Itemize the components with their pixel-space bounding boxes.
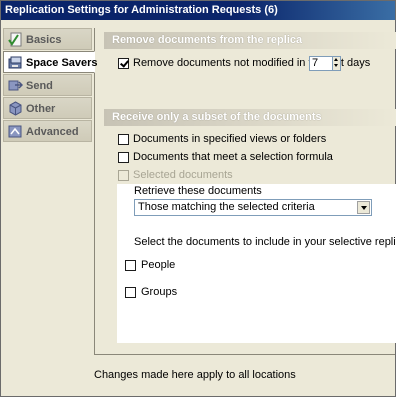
nav-label-other: Other (26, 103, 56, 115)
selected-documents-checkbox[interactable] (118, 170, 129, 181)
days-spinner (332, 56, 341, 71)
cube-icon (9, 101, 22, 116)
nav-label-send: Send (26, 80, 53, 92)
nav-item-advanced[interactable]: Advanced (3, 120, 92, 142)
arrow-down-icon (334, 64, 338, 67)
send-arrow-icon (8, 80, 23, 91)
dropdown-button[interactable] (357, 201, 370, 214)
nav-item-space-savers[interactable]: Space Savers (3, 51, 98, 73)
receive-subset-header: Receive only a subset of the documents (104, 109, 396, 126)
views-folders-checkbox[interactable] (118, 134, 129, 145)
nav-item-send[interactable]: Send (3, 74, 92, 96)
chevron-down-icon (361, 206, 367, 210)
days-label: days (347, 57, 371, 69)
groups-checkbox[interactable] (125, 287, 136, 298)
people-checkbox[interactable] (125, 260, 136, 271)
remove-documents-checkbox[interactable] (118, 58, 129, 69)
replication-settings-dialog: Replication Settings for Administration … (0, 0, 396, 397)
remove-documents-header: Remove documents from the replica (104, 32, 396, 49)
checkmark-page-icon (8, 32, 22, 47)
nav-label-basics: Basics (26, 34, 62, 46)
retrieve-dropdown[interactable]: Those matching the selected criteria (134, 199, 372, 216)
spin-down-button[interactable] (333, 63, 340, 69)
space-savers-panel: Remove documents from the replica Remove… (94, 28, 396, 355)
retrieve-dropdown-value: Those matching the selected criteria (138, 201, 315, 213)
selection-formula-checkbox[interactable] (118, 152, 129, 163)
settings-nav: Basics Space Savers Send Other Advanced (3, 28, 98, 143)
nav-item-other[interactable]: Other (3, 97, 92, 119)
views-folders-label: Documents in specified views or folders (133, 133, 327, 145)
days-input[interactable]: 7 (309, 56, 333, 71)
window-title: Replication Settings for Administration … (5, 4, 278, 16)
groups-label: Groups (141, 286, 178, 298)
retrieve-options-box: Retrieve these documents Those matching … (117, 184, 396, 343)
people-label: People (141, 259, 176, 271)
disk-icon (8, 56, 22, 69)
advanced-icon (8, 125, 22, 138)
retrieve-label: Retrieve these documents (134, 185, 262, 197)
selection-formula-label: Documents that meet a selection formula (133, 151, 333, 163)
nav-label-advanced: Advanced (26, 126, 79, 138)
nav-label-space-savers: Space Savers (26, 57, 98, 69)
arrow-up-icon (334, 58, 338, 61)
select-documents-prompt: Select the documents to include in your … (134, 236, 396, 248)
footer-note: Changes made here apply to all locations (94, 369, 296, 381)
nav-item-basics[interactable]: Basics (3, 28, 92, 50)
selected-documents-label: Selected documents (133, 169, 233, 181)
title-bar: Replication Settings for Administration … (1, 1, 395, 20)
